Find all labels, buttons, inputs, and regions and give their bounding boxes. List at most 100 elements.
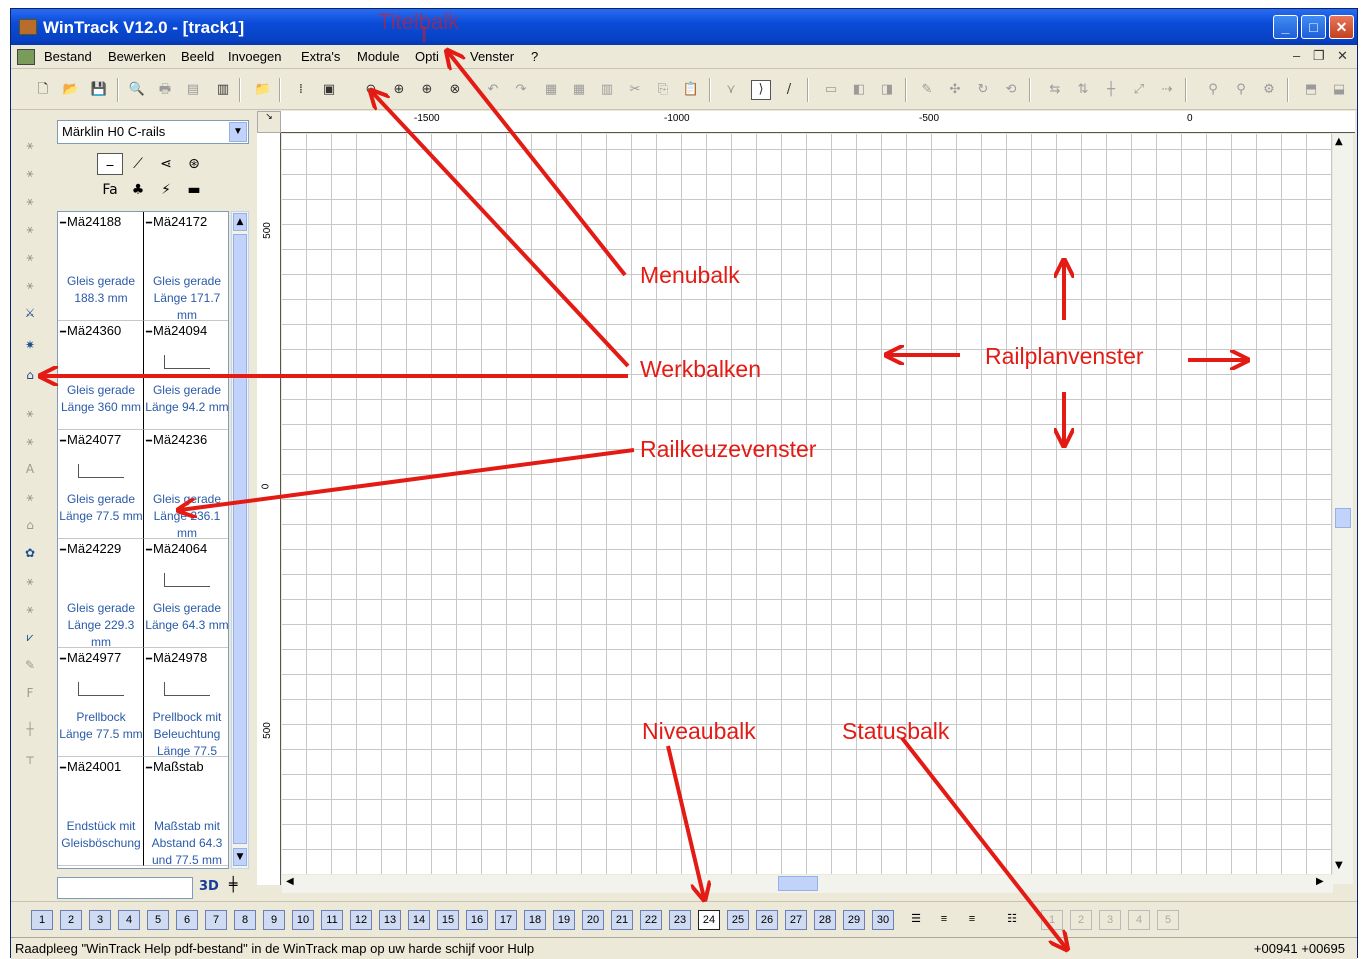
scroll-thumb[interactable] (1335, 508, 1351, 528)
edit-track-icon[interactable]: ✎ (917, 80, 937, 100)
mirror-icon[interactable]: ⇆ (1045, 80, 1065, 100)
cross-icon[interactable]: ┼ (17, 717, 43, 741)
tree-filter[interactable]: ♣ (125, 179, 151, 201)
flex-track-icon[interactable]: ⚹ (17, 133, 43, 157)
flex-track-3-icon[interactable]: ⚹ (17, 189, 43, 213)
turntable-icon[interactable]: ⚹ (17, 273, 43, 297)
rail-list-scrollbar[interactable]: ▲ ▼ (231, 211, 249, 869)
select-icon[interactable]: ⋎ (721, 80, 741, 100)
report-icon[interactable]: ▥ (213, 80, 233, 100)
level-button-29[interactable]: 29 (843, 910, 865, 930)
mdi-restore-button[interactable]: ❐ (1313, 48, 1325, 64)
scroll-up-icon[interactable]: ▲ (1335, 136, 1343, 147)
menu-beeld[interactable]: Beeld (181, 49, 214, 64)
page-setup-icon[interactable]: ▤ (183, 80, 203, 100)
rail-plan-canvas[interactable] (282, 134, 1332, 874)
import-icon[interactable]: 📁 (253, 80, 273, 100)
level-button-15[interactable]: 15 (437, 910, 459, 930)
background-icon[interactable]: ▣ (319, 80, 339, 100)
level-button-9[interactable]: 9 (263, 910, 285, 930)
group-icon[interactable]: ◧ (849, 80, 869, 100)
turntable-filter[interactable]: ⊛ (181, 153, 207, 175)
flip-icon[interactable]: ⇅ (1073, 80, 1093, 100)
switch-track-filter[interactable]: ⋖ (153, 153, 179, 175)
scroll-left-icon[interactable]: ◀ (286, 876, 294, 887)
level-button-10[interactable]: 10 (292, 910, 314, 930)
list-item[interactable]: Mä24229 Gleis gerade Länge 229.3 mm (58, 539, 144, 648)
menu-venster[interactable]: Venster (470, 49, 514, 64)
print-icon[interactable]: 🖶 (155, 80, 175, 100)
level-button-25[interactable]: 25 (727, 910, 749, 930)
layout-icon[interactable]: ▥ (597, 80, 617, 100)
level-button-4[interactable]: 4 (118, 910, 140, 930)
paste-icon[interactable]: 📋 (681, 80, 701, 100)
list-item[interactable]: Mä24064 Gleis gerade Länge 64.3 mm (144, 539, 228, 648)
search-input[interactable] (57, 877, 193, 899)
list-item[interactable]: Mä24094 Gleis gerade Länge 94.2 mm (144, 321, 228, 430)
zoom-window-icon[interactable]: ⊕ (417, 80, 437, 100)
list-item[interactable]: Mä24172 Gleis gerade Länge 171.7 mm (144, 212, 228, 321)
align-icon[interactable]: ▭ (821, 80, 841, 100)
menu-module[interactable]: Module (357, 49, 400, 64)
level-button-30[interactable]: 30 (872, 910, 894, 930)
canvas-horizontal-scrollbar[interactable]: ◀ ▶ (282, 875, 1333, 893)
zoom-out-icon[interactable]: ⊖ (361, 80, 381, 100)
level-button-23[interactable]: 23 (669, 910, 691, 930)
frame-icon[interactable]: F (17, 681, 43, 705)
zoom-in-icon[interactable]: ⊕ (389, 80, 409, 100)
ruler-corner[interactable]: ↘ (257, 111, 281, 133)
join-icon[interactable]: ✣ (945, 80, 965, 100)
elevation-icon[interactable]: ⚹ (17, 429, 43, 453)
print-preview-icon[interactable]: 🔍 (127, 80, 147, 100)
level-color-icon[interactable]: ☰ (905, 910, 927, 930)
level-button-28[interactable]: 28 (814, 910, 836, 930)
paste-doc-icon[interactable]: ▦ (569, 80, 589, 100)
list-item[interactable]: Mä24978 Prellbock mit Beleuchtung Länge 7… (144, 648, 228, 757)
menu-opties[interactable]: Opti (415, 49, 439, 64)
menu-bewerken[interactable]: Bewerken (108, 49, 166, 64)
curve-track-filter[interactable]: ⟋ (125, 153, 151, 175)
scroll-up-icon[interactable]: ▲ (233, 213, 247, 231)
level-button-20[interactable]: 20 (582, 910, 604, 930)
zoom-all-icon[interactable]: ⊗ (445, 80, 465, 100)
level-down-icon[interactable]: ≡ (933, 910, 955, 930)
scroll-down-icon[interactable]: ▼ (233, 848, 247, 866)
list-item[interactable]: Mä24188 Gleis gerade 188.3 mm (58, 212, 144, 321)
open-icon[interactable]: 📂 (61, 80, 81, 100)
extra-level-button-3[interactable]: 3 (1099, 910, 1121, 930)
level-button-21[interactable]: 21 (611, 910, 633, 930)
find-icon[interactable]: ⚲ (1231, 80, 1251, 100)
list-item[interactable]: Maßstab Maßstab mit Abstand 64.3 und 77.5… (144, 757, 228, 866)
level-button-11[interactable]: 11 (321, 910, 343, 930)
wintrack-app-icon[interactable] (19, 19, 37, 35)
new-icon[interactable]: 🗋 (33, 80, 53, 100)
grid-icon[interactable]: ⁞ (291, 80, 311, 100)
level-button-26[interactable]: 26 (756, 910, 778, 930)
document-icon[interactable] (17, 49, 35, 65)
extra-level-button-2[interactable]: 2 (1070, 910, 1092, 930)
ungroup-icon[interactable]: ◨ (877, 80, 897, 100)
properties-icon[interactable]: ⚙ (1259, 80, 1279, 100)
tree-icon[interactable]: ⚹ (17, 569, 43, 593)
list-item[interactable]: Mä24977 Prellbock Länge 77.5 mm (58, 648, 144, 757)
extra-level-button-5[interactable]: 5 (1157, 910, 1179, 930)
straight-track-filter[interactable]: ⎯ (97, 153, 123, 175)
line-icon[interactable]: / (779, 80, 799, 100)
extra-level-button-4[interactable]: 4 (1128, 910, 1150, 930)
save-icon[interactable]: 💾 (89, 80, 109, 100)
close-button[interactable]: ✕ (1329, 15, 1354, 39)
level-button-18[interactable]: 18 (524, 910, 546, 930)
3d-button[interactable]: 3D (199, 879, 219, 894)
level-button-1[interactable]: 1 (31, 910, 53, 930)
menu-invoegen[interactable]: Invoegen (228, 49, 282, 64)
undo-icon[interactable]: ↶ (483, 80, 503, 100)
cut-icon[interactable]: ✂ (625, 80, 645, 100)
catalog-select[interactable]: Märklin H0 C-rails ▼ (57, 120, 249, 144)
level-button-3[interactable]: 3 (89, 910, 111, 930)
mdi-close-button[interactable]: ✕ (1337, 48, 1348, 64)
level-stack-icon[interactable]: ☷ (1001, 910, 1023, 930)
level-button-19[interactable]: 19 (553, 910, 575, 930)
chevron-down-icon[interactable]: ▼ (229, 122, 247, 142)
title-bar[interactable]: WinTrack V12.0 - [track1] _ □ ✕ (11, 9, 1357, 45)
ruler-tool-icon[interactable]: ╪ (229, 877, 237, 893)
